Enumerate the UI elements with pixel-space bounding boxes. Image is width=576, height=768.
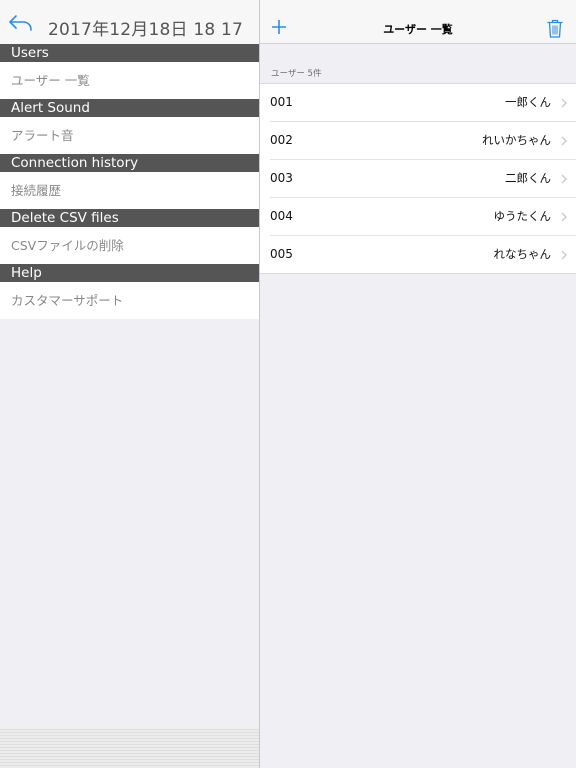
user-id: 005 (270, 247, 293, 261)
section-header-users: Users (0, 44, 259, 62)
user-id: 004 (270, 209, 293, 223)
trash-icon[interactable] (547, 19, 563, 38)
user-row[interactable]: 002 れいかちゃん (270, 122, 576, 160)
section-header-delete-csv: Delete CSV files (0, 209, 259, 227)
menu-item-customer-support[interactable]: カスタマーサポート (0, 282, 259, 319)
user-row[interactable]: 003 二郎くん (270, 160, 576, 198)
sidebar-bottom-bar (0, 729, 259, 768)
user-row[interactable]: 005 れなちゃん (270, 236, 576, 273)
user-list: 001 一郎くん 002 れいかちゃん 003 二郎くん 004 ゆうたくん 0… (260, 83, 576, 274)
chevron-right-icon (561, 212, 567, 222)
section-header-alert-sound: Alert Sound (0, 99, 259, 117)
detail-panel: ユーザー 一覧 ユーザー 5件 001 一郎くん 002 れいかちゃん 003 … (260, 0, 576, 768)
page-title: ユーザー 一覧 (383, 23, 453, 36)
chevron-right-icon (561, 174, 567, 184)
user-name: ゆうたくん (493, 209, 552, 223)
menu-item-connection-history[interactable]: 接続履歴 (0, 172, 259, 209)
user-name: 二郎くん (505, 171, 551, 185)
user-row[interactable]: 001 一郎くん (270, 84, 576, 122)
user-count-label: ユーザー 5件 (271, 69, 322, 79)
user-id: 001 (270, 95, 293, 109)
chevron-right-icon (561, 98, 567, 108)
chevron-right-icon (561, 250, 567, 260)
sidebar-panel: 2017年12月18日 18 17 Users ユーザー 一覧 Alert So… (0, 0, 259, 768)
user-id: 002 (270, 133, 293, 147)
sidebar-header: 2017年12月18日 18 17 (0, 0, 259, 44)
user-id: 003 (270, 171, 293, 185)
user-name: れいかちゃん (482, 133, 551, 147)
user-name: れなちゃん (493, 247, 552, 261)
section-header-connection-history: Connection history (0, 154, 259, 172)
menu-item-delete-csv[interactable]: CSVファイルの削除 (0, 227, 259, 264)
section-header-help: Help (0, 264, 259, 282)
current-datetime: 2017年12月18日 18 17 (48, 20, 243, 40)
menu-item-user-list[interactable]: ユーザー 一覧 (0, 62, 259, 99)
menu-item-alert-sound[interactable]: アラート音 (0, 117, 259, 154)
chevron-right-icon (561, 136, 567, 146)
user-row[interactable]: 004 ゆうたくん (270, 198, 576, 236)
navigation-bar: ユーザー 一覧 (260, 0, 576, 44)
user-name: 一郎くん (505, 95, 551, 109)
reply-arrow-icon[interactable] (8, 13, 34, 33)
